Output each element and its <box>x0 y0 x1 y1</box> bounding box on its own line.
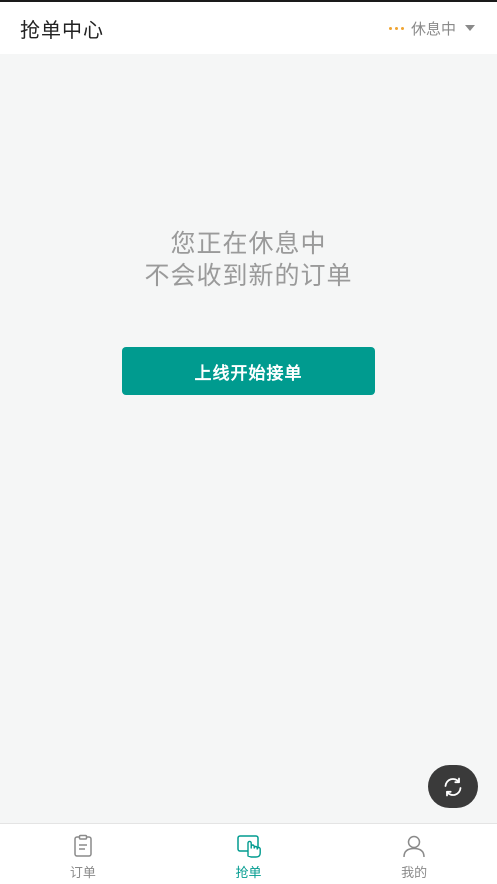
go-online-button[interactable]: 上线开始接单 <box>122 347 375 395</box>
caret-down-icon <box>465 25 475 31</box>
work-status-dropdown[interactable]: 休息中 <box>388 16 475 40</box>
resting-message: 您正在休息中 不会收到新的订单 <box>0 228 497 292</box>
order-clipboard-icon <box>74 834 92 857</box>
page-title: 抢单中心 <box>20 18 104 42</box>
more-dots-icon <box>388 26 404 30</box>
tab-orders[interactable]: 订单 <box>0 824 166 884</box>
bottom-tab-bar: 订单 抢单 我的 <box>0 823 497 884</box>
refresh-button[interactable] <box>428 765 478 808</box>
app-header: 抢单中心 休息中 <box>0 2 497 54</box>
resting-message-line2: 不会收到新的订单 <box>144 261 353 290</box>
resting-message-line1: 您正在休息中 <box>170 229 327 258</box>
work-status-label: 休息中 <box>410 19 456 38</box>
refresh-icon <box>444 777 462 796</box>
profile-icon <box>403 835 425 858</box>
tab-grab-orders-label: 抢单 <box>235 866 262 881</box>
tab-orders-label: 订单 <box>69 866 96 881</box>
grab-order-hand-icon <box>236 835 261 858</box>
tab-profile[interactable]: 我的 <box>331 824 497 884</box>
tab-profile-label: 我的 <box>401 866 428 881</box>
tab-grab-orders[interactable]: 抢单 <box>166 824 332 884</box>
